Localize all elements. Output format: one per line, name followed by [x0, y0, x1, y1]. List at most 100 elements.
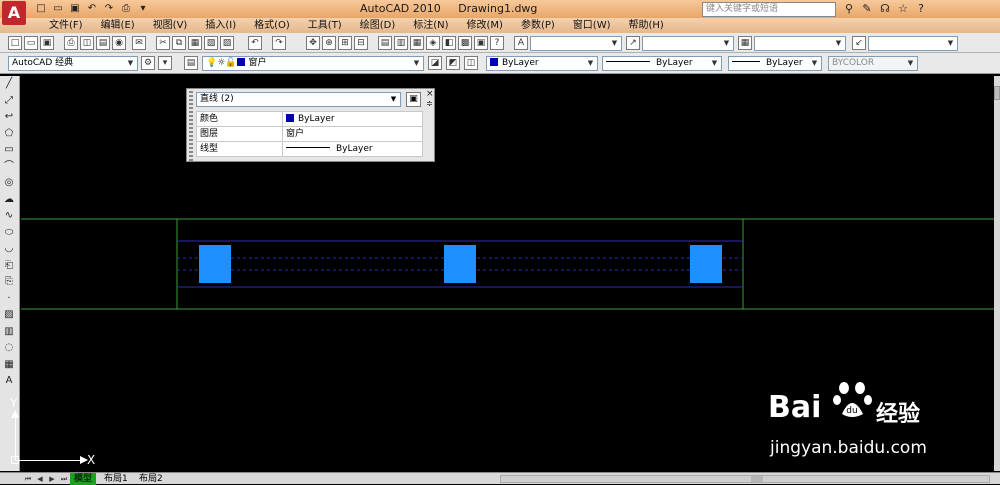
color-control-select[interactable]: ByLayer ▼ [486, 56, 598, 71]
undo-icon[interactable]: ↶ [85, 2, 99, 16]
new-file-icon[interactable]: □ [34, 2, 48, 16]
text-style-icon[interactable]: A [514, 36, 528, 50]
markup-icon[interactable]: ◧ [442, 36, 456, 50]
tab-layout2[interactable]: 布局2 [135, 473, 167, 485]
property-value[interactable]: ByLayer [282, 111, 423, 127]
table-style-icon[interactable]: ▦ [738, 36, 752, 50]
make-current-layer-icon[interactable]: ◪ [428, 56, 442, 70]
menu-draw[interactable]: 绘图(D) [351, 18, 405, 33]
vertical-scrollbar[interactable] [994, 76, 1000, 471]
column-left[interactable] [199, 245, 231, 283]
binoculars-icon[interactable]: ⚲ [842, 1, 856, 16]
search-input[interactable]: 键入关键字或短语 [702, 2, 836, 17]
property-value[interactable]: ByLayer [282, 141, 423, 157]
dim-style-icon[interactable]: ↗ [626, 36, 640, 50]
open-icon[interactable]: ▭ [24, 36, 38, 50]
line-icon[interactable]: ╱ [0, 76, 18, 93]
menu-parametric[interactable]: 参数(P) [512, 18, 564, 33]
tab-layout1[interactable]: 布局1 [100, 473, 132, 485]
zoom-realtime-icon[interactable]: ⊕ [322, 36, 336, 50]
close-icon[interactable]: × [426, 89, 434, 99]
revision-cloud-icon[interactable]: ☁ [0, 192, 18, 209]
menu-help[interactable]: 帮助(H) [620, 18, 673, 33]
redo-icon[interactable]: ↷ [272, 36, 286, 50]
3d-dwf-icon[interactable]: ◉ [112, 36, 126, 50]
ellipse-icon[interactable]: ⬭ [0, 225, 18, 242]
first-tab-icon[interactable]: ⏮ [24, 474, 32, 484]
vertical-scroll-thumb[interactable] [994, 86, 1000, 100]
customize-icon[interactable]: ▣ [406, 92, 421, 107]
menu-edit[interactable]: 编辑(E) [92, 18, 144, 33]
text-style-select[interactable]: ▼ [530, 36, 622, 51]
menu-format[interactable]: 格式(O) [245, 18, 299, 33]
multiline-text-icon[interactable]: A [0, 373, 18, 390]
redo-icon[interactable]: ↷ [102, 2, 116, 16]
sheet-set-icon[interactable]: ◈ [426, 36, 440, 50]
dropdown-icon[interactable]: ▾ [136, 2, 150, 16]
plot-preview-icon[interactable]: ◫ [80, 36, 94, 50]
layer-select[interactable]: 💡☼🔓 窗户 ▼ [202, 56, 424, 71]
workspace-settings-icon[interactable]: ⚙ [141, 56, 155, 70]
spline-icon[interactable]: ∿ [0, 208, 18, 225]
point-icon[interactable]: · [0, 291, 18, 308]
design-center-icon[interactable]: ▥ [394, 36, 408, 50]
copy-icon[interactable]: ⧉ [172, 36, 186, 50]
pin-icon[interactable]: ≑ [426, 99, 433, 108]
table-icon[interactable]: ▦ [0, 357, 18, 374]
region-icon[interactable]: ◌ [0, 340, 18, 357]
layer-previous-icon[interactable]: ◩ [446, 56, 460, 70]
hatch-icon[interactable]: ▨ [0, 307, 18, 324]
menu-file[interactable]: 文件(F) [40, 18, 92, 33]
save-icon[interactable]: ▣ [40, 36, 54, 50]
multileader-style-icon[interactable]: ↙ [852, 36, 866, 50]
undo-icon[interactable]: ↶ [248, 36, 262, 50]
make-block-icon[interactable]: ⎘ [0, 274, 18, 291]
column-middle[interactable] [444, 245, 476, 283]
publish-icon[interactable]: ▤ [96, 36, 110, 50]
tab-model[interactable]: 模型 [70, 473, 97, 485]
polyline-icon[interactable]: ↩ [0, 109, 18, 126]
polygon-icon[interactable]: ⬠ [0, 126, 18, 143]
multileader-style-select[interactable]: ▼ [868, 36, 958, 51]
construction-line-icon[interactable]: ⤢ [0, 93, 18, 110]
property-value[interactable]: 窗户 [282, 126, 423, 142]
last-tab-icon[interactable]: ⏭ [60, 474, 68, 484]
zoom-window-icon[interactable]: ⊞ [338, 36, 352, 50]
block-editor-icon[interactable]: ▨ [220, 36, 234, 50]
communication-icon[interactable]: ☊ [878, 1, 892, 16]
layer-states-icon[interactable]: ◫ [464, 56, 478, 70]
horizontal-scroll-thumb[interactable] [751, 476, 763, 482]
etransmit-icon[interactable]: ✉ [132, 36, 146, 50]
horizontal-scrollbar[interactable] [500, 475, 990, 483]
save-icon[interactable]: ▣ [68, 2, 82, 16]
gradient-icon[interactable]: ▥ [0, 324, 18, 341]
workspace-menu-icon[interactable]: ▾ [158, 56, 172, 70]
pan-icon[interactable]: ✥ [306, 36, 320, 50]
dim-style-select[interactable]: ▼ [642, 36, 734, 51]
help-icon[interactable]: ? [914, 1, 928, 16]
menu-window[interactable]: 窗口(W) [564, 18, 620, 33]
new-icon[interactable]: □ [8, 36, 22, 50]
autocad-logo-button[interactable]: A [2, 1, 26, 25]
layer-manager-icon[interactable]: ▤ [184, 56, 198, 70]
cut-icon[interactable]: ✂ [156, 36, 170, 50]
menu-modify[interactable]: 修改(M) [458, 18, 512, 33]
ellipse-arc-icon[interactable]: ◡ [0, 241, 18, 258]
next-tab-icon[interactable]: ▶ [48, 474, 56, 484]
paste-icon[interactable]: ▦ [188, 36, 202, 50]
help-icon[interactable]: ? [490, 36, 504, 50]
insert-block-icon[interactable]: ⎗ [0, 258, 18, 275]
menu-view[interactable]: 视图(V) [144, 18, 197, 33]
quickcalc-icon[interactable]: ▩ [458, 36, 472, 50]
calculator-icon[interactable]: ▣ [474, 36, 488, 50]
properties-icon[interactable]: ▤ [378, 36, 392, 50]
favorites-icon[interactable]: ☆ [896, 1, 910, 16]
circle-icon[interactable]: ◎ [0, 175, 18, 192]
rectangle-icon[interactable]: ▭ [0, 142, 18, 159]
plot-icon[interactable]: ⎙ [119, 2, 133, 16]
lineweight-control-select[interactable]: ByLayer ▼ [728, 56, 822, 71]
subscription-icon[interactable]: ✎ [860, 1, 874, 16]
plot-icon[interactable]: ⎙ [64, 36, 78, 50]
zoom-previous-icon[interactable]: ⊟ [354, 36, 368, 50]
workspace-select[interactable]: AutoCAD 经典 ▼ [8, 56, 138, 71]
